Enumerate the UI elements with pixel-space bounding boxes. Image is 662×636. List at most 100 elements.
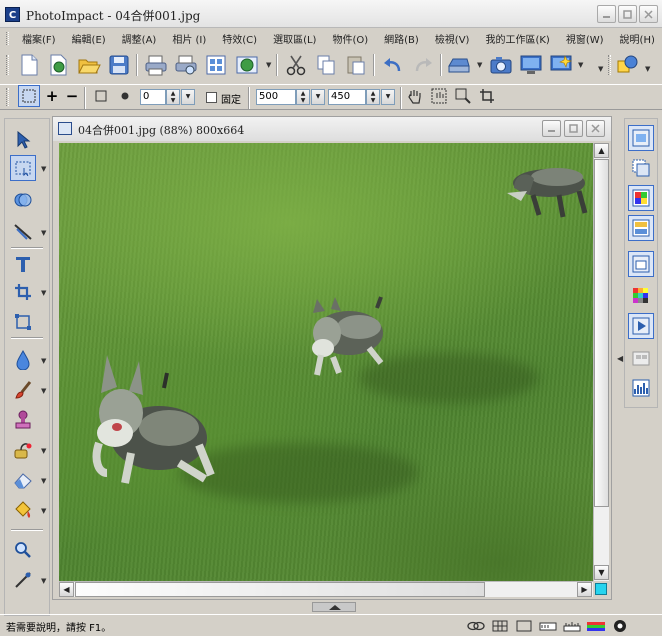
selection-tool-flyout-arrow[interactable]: ▼ bbox=[41, 165, 46, 173]
crop-tool[interactable] bbox=[10, 279, 36, 305]
menu-file[interactable]: 檔案(F) bbox=[14, 30, 64, 47]
soft-edge-spin-button[interactable]: ▲ ▼ bbox=[166, 89, 180, 105]
menu-workspace[interactable]: 我的工作區(K) bbox=[477, 30, 557, 47]
paint-tool-flyout-arrow[interactable]: ▼ bbox=[41, 387, 46, 395]
eraser-tool-flyout-arrow[interactable]: ▼ bbox=[41, 477, 46, 485]
blur-tool[interactable] bbox=[10, 347, 36, 373]
width-field[interactable]: 500 bbox=[256, 89, 296, 105]
grid-status-button[interactable] bbox=[490, 618, 510, 633]
web-preview-dropdown-arrow[interactable]: ▼ bbox=[266, 60, 272, 70]
color-panel-button[interactable] bbox=[628, 185, 654, 211]
fixed-ratio-checkbox[interactable] bbox=[206, 92, 217, 103]
magic-wand-capture-button[interactable] bbox=[548, 52, 574, 78]
soft-edge-dropdown-button[interactable]: ▼ bbox=[181, 89, 195, 105]
scroll-up-button[interactable]: ▲ bbox=[594, 143, 609, 158]
zoom-tool[interactable] bbox=[10, 537, 36, 563]
scroll-left-button[interactable]: ◀ bbox=[59, 582, 74, 597]
scroll-down-button[interactable]: ▼ bbox=[594, 565, 609, 580]
swatches-button[interactable] bbox=[628, 283, 654, 309]
navigator-button[interactable] bbox=[628, 251, 654, 277]
attribute-grip[interactable] bbox=[6, 88, 9, 106]
print-preview-button[interactable] bbox=[173, 52, 199, 78]
menu-edit[interactable]: 編輯(E) bbox=[64, 30, 114, 47]
menu-grip[interactable] bbox=[6, 32, 9, 45]
height-field[interactable]: 450 bbox=[328, 89, 366, 105]
retouch-tool-flyout-arrow[interactable]: ▼ bbox=[41, 447, 46, 455]
screen-capture-button[interactable] bbox=[518, 52, 544, 78]
menu-selection[interactable]: 選取區(L) bbox=[265, 30, 324, 47]
antialias-button[interactable] bbox=[114, 85, 136, 107]
toolbar-grip[interactable] bbox=[608, 55, 611, 75]
line-tool-flyout-arrow[interactable]: ▼ bbox=[41, 229, 46, 237]
info-status-button[interactable] bbox=[610, 618, 630, 633]
menu-photo[interactable]: 相片 (I) bbox=[164, 30, 214, 47]
pick-tool[interactable] bbox=[10, 127, 36, 153]
image-info-button[interactable] bbox=[628, 215, 654, 241]
cut-button[interactable] bbox=[283, 52, 309, 78]
zoom-selection-button[interactable] bbox=[452, 85, 474, 107]
new-file-button[interactable] bbox=[16, 52, 42, 78]
horizontal-scroll-thumb[interactable] bbox=[75, 582, 485, 597]
capture-dropdown-arrow[interactable]: ▼ bbox=[578, 60, 584, 70]
web-preview-button[interactable] bbox=[235, 52, 261, 78]
vertical-scroll-thumb[interactable] bbox=[594, 159, 609, 507]
document-maximize-button[interactable] bbox=[564, 120, 583, 137]
link-status-button[interactable] bbox=[466, 618, 486, 633]
navigator-corner-button[interactable] bbox=[595, 583, 607, 595]
width-spin-button[interactable]: ▲ ▼ bbox=[296, 89, 310, 105]
scanner-button[interactable] bbox=[446, 52, 472, 78]
line-path-tool[interactable] bbox=[10, 219, 36, 245]
paste-button[interactable] bbox=[343, 52, 369, 78]
eyedropper-tool[interactable] bbox=[10, 567, 36, 593]
clone-stamp-tool[interactable] bbox=[10, 407, 36, 433]
fill-tool[interactable] bbox=[10, 497, 36, 523]
transform-tool[interactable] bbox=[10, 309, 36, 335]
menu-web[interactable]: 網路(B) bbox=[376, 30, 427, 47]
vertical-scrollbar[interactable]: ▲ ▼ bbox=[593, 143, 609, 581]
soft-edge-size-field[interactable]: 0 bbox=[140, 89, 166, 105]
fill-tool-flyout-arrow[interactable]: ▼ bbox=[41, 507, 46, 515]
document-close-button[interactable] bbox=[586, 120, 605, 137]
maximize-button[interactable] bbox=[618, 5, 637, 23]
subtract-selection-mode-button[interactable]: − bbox=[62, 85, 82, 107]
soft-edge-button[interactable] bbox=[90, 85, 112, 107]
close-button[interactable] bbox=[639, 5, 658, 23]
help-tips-button[interactable] bbox=[615, 52, 641, 78]
menu-adjust[interactable]: 調整(A) bbox=[114, 30, 165, 47]
width-dropdown-button[interactable]: ▼ bbox=[311, 89, 325, 105]
frame-status-button[interactable] bbox=[514, 618, 534, 633]
easy-palette-button[interactable] bbox=[628, 125, 654, 151]
menu-help[interactable]: 說明(H) bbox=[612, 30, 662, 47]
height-dropdown-button[interactable]: ▼ bbox=[381, 89, 395, 105]
save-button[interactable] bbox=[106, 52, 132, 78]
layer-manager-button[interactable] bbox=[628, 155, 654, 181]
height-spin-button[interactable]: ▲ ▼ bbox=[366, 89, 380, 105]
fit-selection-button[interactable] bbox=[428, 85, 450, 107]
image-canvas[interactable] bbox=[59, 143, 593, 581]
text-tool[interactable] bbox=[10, 251, 36, 277]
memory-status-button[interactable] bbox=[538, 618, 558, 633]
lasso-tool[interactable] bbox=[10, 187, 36, 213]
horizontal-scrollbar[interactable]: ◀ ▶ bbox=[59, 581, 593, 597]
paint-brush-tool[interactable] bbox=[10, 377, 36, 403]
menu-effect[interactable]: 特效(C) bbox=[214, 30, 265, 47]
scanner-dropdown-arrow[interactable]: ▼ bbox=[477, 60, 483, 70]
open-button[interactable] bbox=[76, 52, 102, 78]
layout-button[interactable] bbox=[203, 52, 229, 78]
copy-button[interactable] bbox=[313, 52, 339, 78]
eraser-tool[interactable] bbox=[10, 467, 36, 493]
camera-button[interactable] bbox=[488, 52, 514, 78]
redo-button[interactable] bbox=[410, 52, 436, 78]
document-minimize-button[interactable] bbox=[542, 120, 561, 137]
color-status-button[interactable] bbox=[586, 618, 606, 633]
undo-button[interactable] bbox=[380, 52, 406, 78]
add-selection-mode-button[interactable]: + bbox=[42, 85, 62, 107]
print-button[interactable] bbox=[143, 52, 169, 78]
photoimpact-app-icon[interactable]: C bbox=[5, 7, 20, 22]
menu-view[interactable]: 檢視(V) bbox=[427, 30, 478, 47]
histogram-button[interactable] bbox=[628, 375, 654, 401]
standard-selection-tool[interactable] bbox=[10, 155, 36, 181]
eyedropper-flyout-arrow[interactable]: ▼ bbox=[41, 577, 46, 585]
new-web-page-button[interactable] bbox=[46, 52, 72, 78]
album-button[interactable] bbox=[628, 345, 654, 371]
